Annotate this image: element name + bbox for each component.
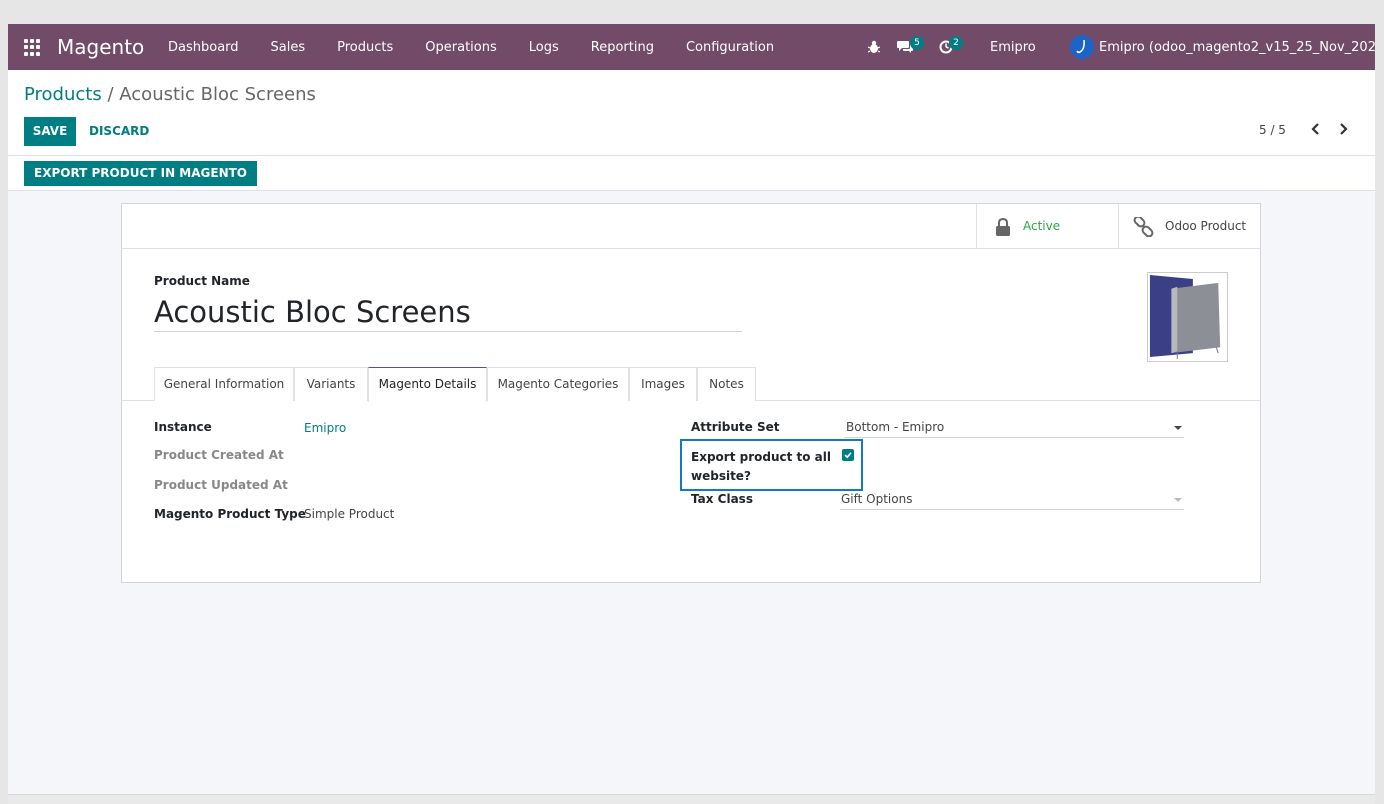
- product-image[interactable]: [1147, 272, 1228, 362]
- breadcrumb: Products / Acoustic Bloc Screens: [24, 84, 316, 105]
- breadcrumb-separator: /: [107, 84, 114, 105]
- menu-item-reporting[interactable]: Reporting: [591, 40, 654, 55]
- magento-product-type-value: Simple Product: [304, 507, 395, 521]
- tax-class-select[interactable]: Gift Options: [840, 490, 1184, 510]
- export-all-website-checkbox[interactable]: [842, 449, 854, 461]
- tab-notes[interactable]: Notes: [697, 367, 756, 401]
- main-menu: Dashboard Sales Products Operations Logs…: [168, 24, 806, 70]
- checkmark-icon: [844, 452, 852, 459]
- company-switcher[interactable]: Emipro: [990, 40, 1036, 55]
- form-statusbar: EXPORT PRODUCT IN MAGENTO: [8, 156, 1375, 191]
- tab-magento-details[interactable]: Magento Details: [368, 367, 487, 402]
- breadcrumb-current: Acoustic Bloc Screens: [119, 84, 316, 105]
- control-panel: Products / Acoustic Bloc Screens SAVE DI…: [8, 70, 1375, 156]
- smart-button-box: Active Odoo Product: [122, 204, 1260, 249]
- menu-item-logs[interactable]: Logs: [529, 40, 559, 55]
- export-all-website-label-line2: website?: [691, 469, 751, 483]
- product-created-at-label: Product Created At: [154, 448, 284, 462]
- instance-label: Instance: [154, 420, 212, 434]
- tab-magento-categories[interactable]: Magento Categories: [487, 367, 629, 401]
- product-name-input[interactable]: Acoustic Bloc Screens: [154, 293, 742, 332]
- messages-count-badge: 5: [910, 36, 924, 50]
- tab-variants[interactable]: Variants: [294, 367, 368, 401]
- chevron-down-icon: [1174, 498, 1182, 502]
- form-sheet: Active Odoo Product Product Name Acousti…: [121, 203, 1261, 583]
- odoo-product-button[interactable]: Odoo Product: [1118, 204, 1260, 248]
- export-all-website-label-line1: Export product to all: [691, 450, 831, 464]
- top-navbar: Magento Dashboard Sales Products Operati…: [8, 24, 1375, 70]
- pager-previous-icon[interactable]: [1310, 122, 1322, 136]
- menu-item-configuration[interactable]: Configuration: [686, 40, 774, 55]
- export-all-website-label: Export product to all website?: [691, 448, 831, 486]
- pager-next-icon[interactable]: [1337, 122, 1349, 136]
- menu-item-operations[interactable]: Operations: [425, 40, 496, 55]
- app-brand[interactable]: Magento: [57, 35, 144, 59]
- menu-item-products[interactable]: Products: [337, 40, 393, 55]
- attribute-set-label: Attribute Set: [691, 420, 780, 434]
- active-toggle-button[interactable]: Active: [976, 204, 1118, 248]
- product-updated-at-label: Product Updated At: [154, 478, 288, 492]
- app-window: Magento Dashboard Sales Products Operati…: [8, 24, 1375, 794]
- tab-images[interactable]: Images: [629, 367, 697, 401]
- user-avatar[interactable]: [1070, 35, 1094, 59]
- link-chain-icon: [1133, 217, 1154, 237]
- magento-product-type-label: Magento Product Type: [154, 507, 306, 521]
- chevron-down-icon: [1174, 426, 1182, 430]
- user-menu[interactable]: Emipro (odoo_magento2_v15_25_Nov_2021): [1099, 40, 1375, 55]
- instance-link[interactable]: Emipro: [304, 421, 346, 435]
- save-button[interactable]: SAVE: [24, 117, 76, 146]
- active-label: Active: [1023, 219, 1061, 233]
- menu-item-dashboard[interactable]: Dashboard: [168, 40, 239, 55]
- attribute-set-value: Bottom - Emipro: [846, 420, 945, 434]
- tab-general-information[interactable]: General Information: [154, 367, 294, 401]
- attribute-set-select[interactable]: Bottom - Emipro: [844, 418, 1184, 438]
- tax-class-value: Gift Options: [841, 492, 913, 506]
- apps-menu-icon[interactable]: [24, 39, 41, 56]
- discard-button[interactable]: DISCARD: [89, 124, 149, 138]
- tax-class-label: Tax Class: [691, 492, 753, 506]
- odoo-product-label: Odoo Product: [1165, 219, 1247, 233]
- breadcrumb-products-link[interactable]: Products: [24, 84, 102, 105]
- debug-bug-icon[interactable]: [868, 40, 880, 54]
- activities-count-badge: 2: [949, 36, 963, 50]
- menu-item-sales[interactable]: Sales: [271, 40, 306, 55]
- export-product-in-magento-button[interactable]: EXPORT PRODUCT IN MAGENTO: [24, 161, 258, 186]
- product-name-label: Product Name: [154, 274, 250, 288]
- window-bottom-edge: [8, 794, 1375, 804]
- notebook-tabs: General Information Variants Magento Det…: [122, 367, 1260, 402]
- pager-value[interactable]: 5 / 5: [1259, 123, 1286, 137]
- lock-icon: [996, 218, 1010, 236]
